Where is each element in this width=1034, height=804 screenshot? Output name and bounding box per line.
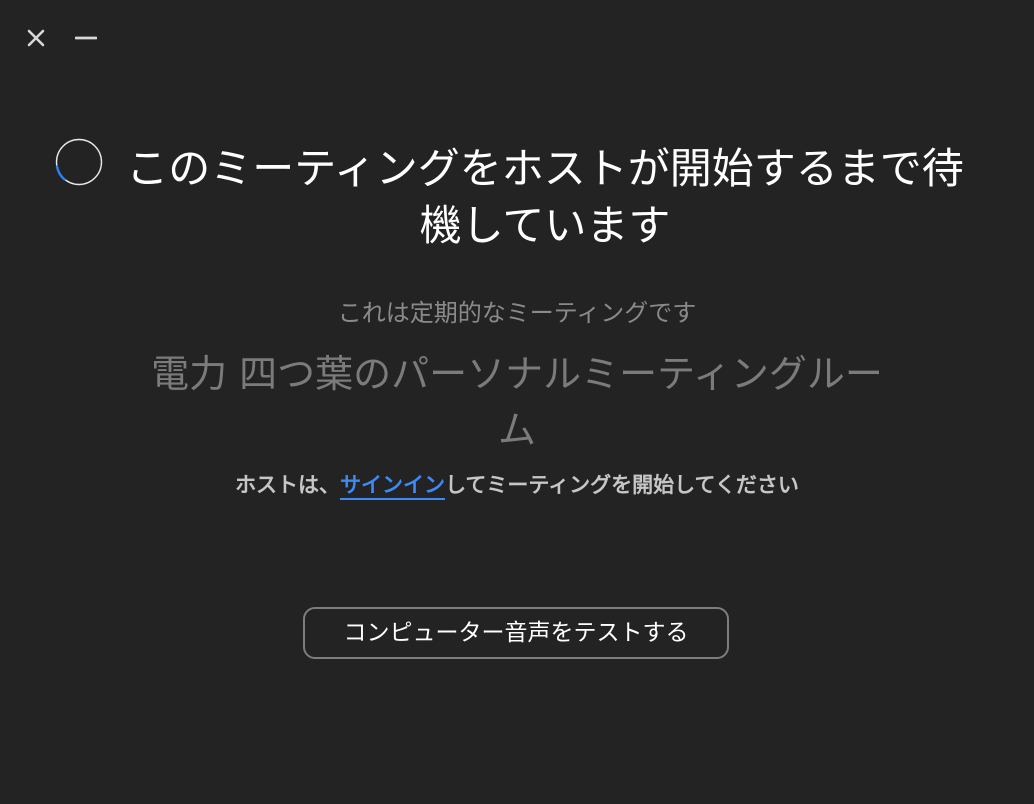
meeting-name: 電力 四つ葉のパーソナルミーティングルーム [151, 352, 883, 452]
test-computer-audio-button[interactable]: コンピューター音声をテストする [303, 607, 729, 659]
close-button[interactable] [24, 26, 48, 50]
minimize-button[interactable] [74, 26, 98, 50]
host-hint-suffix: してミーティングを開始してください [445, 473, 799, 497]
minimize-icon [75, 36, 97, 40]
waiting-headline: このミーティングをホストが開始するまで待機しています [126, 144, 964, 250]
host-hint-prefix: ホストは、 [235, 473, 341, 497]
recurring-meeting-note: これは定期的なミーティングです [337, 299, 697, 327]
window-controls [24, 26, 98, 50]
host-signin-hint: ホストは、サインインしてミーティングを開始してください [0, 470, 1034, 500]
close-icon [27, 29, 45, 47]
loading-spinner-icon [55, 138, 103, 186]
signin-link[interactable]: サインイン [340, 473, 446, 500]
